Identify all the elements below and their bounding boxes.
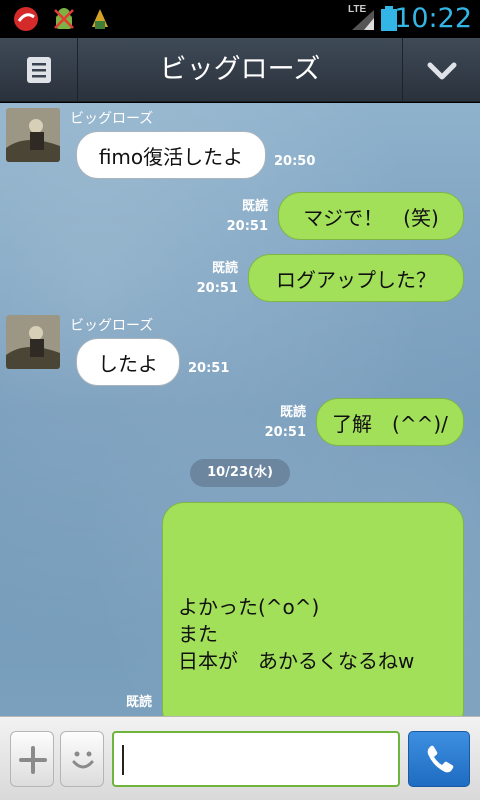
message-time: 20:50 <box>274 154 316 169</box>
message-text: マジで！ (笑) <box>303 205 439 230</box>
message-bubble-received[interactable]: したよ <box>76 338 180 386</box>
chat-area[interactable]: ビッグローズ fimo復活したよ 20:50 既読 20:51 マジで！ (笑)… <box>0 103 480 716</box>
sender-name: ビッグローズ <box>70 111 154 127</box>
message-line: 日本が あかるくなるねw <box>178 649 415 673</box>
debug-android-icon <box>50 5 78 33</box>
message-line: また <box>178 622 218 646</box>
read-status: 既読 <box>279 405 306 420</box>
message-meta: 既読 20:51 <box>188 259 238 299</box>
last-message-text: よかった(^o^) また 日本が あかるくなるねw <box>178 594 414 675</box>
message-line: よかった(^o^) <box>178 595 320 619</box>
add-button[interactable] <box>10 731 54 787</box>
avatar[interactable] <box>6 315 60 369</box>
message-input[interactable] <box>112 731 400 787</box>
message-text: 了解 (^^)/ <box>332 411 448 436</box>
message-bubble-sent[interactable]: ログアップした？ <box>248 254 464 302</box>
text-cursor <box>122 745 124 775</box>
sender-name: ビッグローズ <box>70 318 154 334</box>
input-bar <box>0 716 480 800</box>
avatar[interactable] <box>6 108 60 162</box>
message-time: 20:51 <box>196 281 238 296</box>
message-time: 20:51 <box>226 219 268 234</box>
message-bubble-sent[interactable]: マジで！ (笑) <box>278 192 464 240</box>
message-bubble-sent[interactable]: 了解 (^^)/ <box>316 398 464 446</box>
menu-button[interactable] <box>0 38 78 102</box>
sticker-button[interactable] <box>60 731 104 787</box>
clock: 10:22 <box>394 3 472 34</box>
chat-title: ビッグローズ <box>159 54 321 85</box>
menu-list-icon <box>27 57 51 83</box>
message-text: したよ <box>98 351 158 376</box>
status-bar: LTE 10:22 <box>0 0 480 38</box>
message-time: 20:51 <box>188 361 230 376</box>
app-red-icon <box>12 5 40 33</box>
read-status: 既読 <box>211 261 238 276</box>
chat-header: ビッグローズ <box>0 38 480 102</box>
smiley-icon <box>72 751 94 769</box>
plus-icon <box>19 746 47 774</box>
read-status: 既読 <box>125 695 152 710</box>
call-button[interactable] <box>408 731 470 787</box>
read-status: 既読 <box>241 199 268 214</box>
message-time: 20:51 <box>264 425 306 440</box>
expand-button[interactable] <box>402 38 480 102</box>
message-bubble-received[interactable]: fimo復活したよ <box>76 131 266 179</box>
phone-icon <box>427 745 454 773</box>
message-meta: 既読 20:51 <box>256 403 306 443</box>
message-meta: 既読 20:51 <box>218 197 268 237</box>
message-text: fimo復活したよ <box>98 144 244 169</box>
date-separator: 10/23(水) <box>190 459 290 487</box>
weather-icon <box>86 5 114 33</box>
chevron-down-icon <box>427 62 457 80</box>
message-text: ログアップした？ <box>276 267 436 292</box>
signal-icon <box>350 8 378 36</box>
